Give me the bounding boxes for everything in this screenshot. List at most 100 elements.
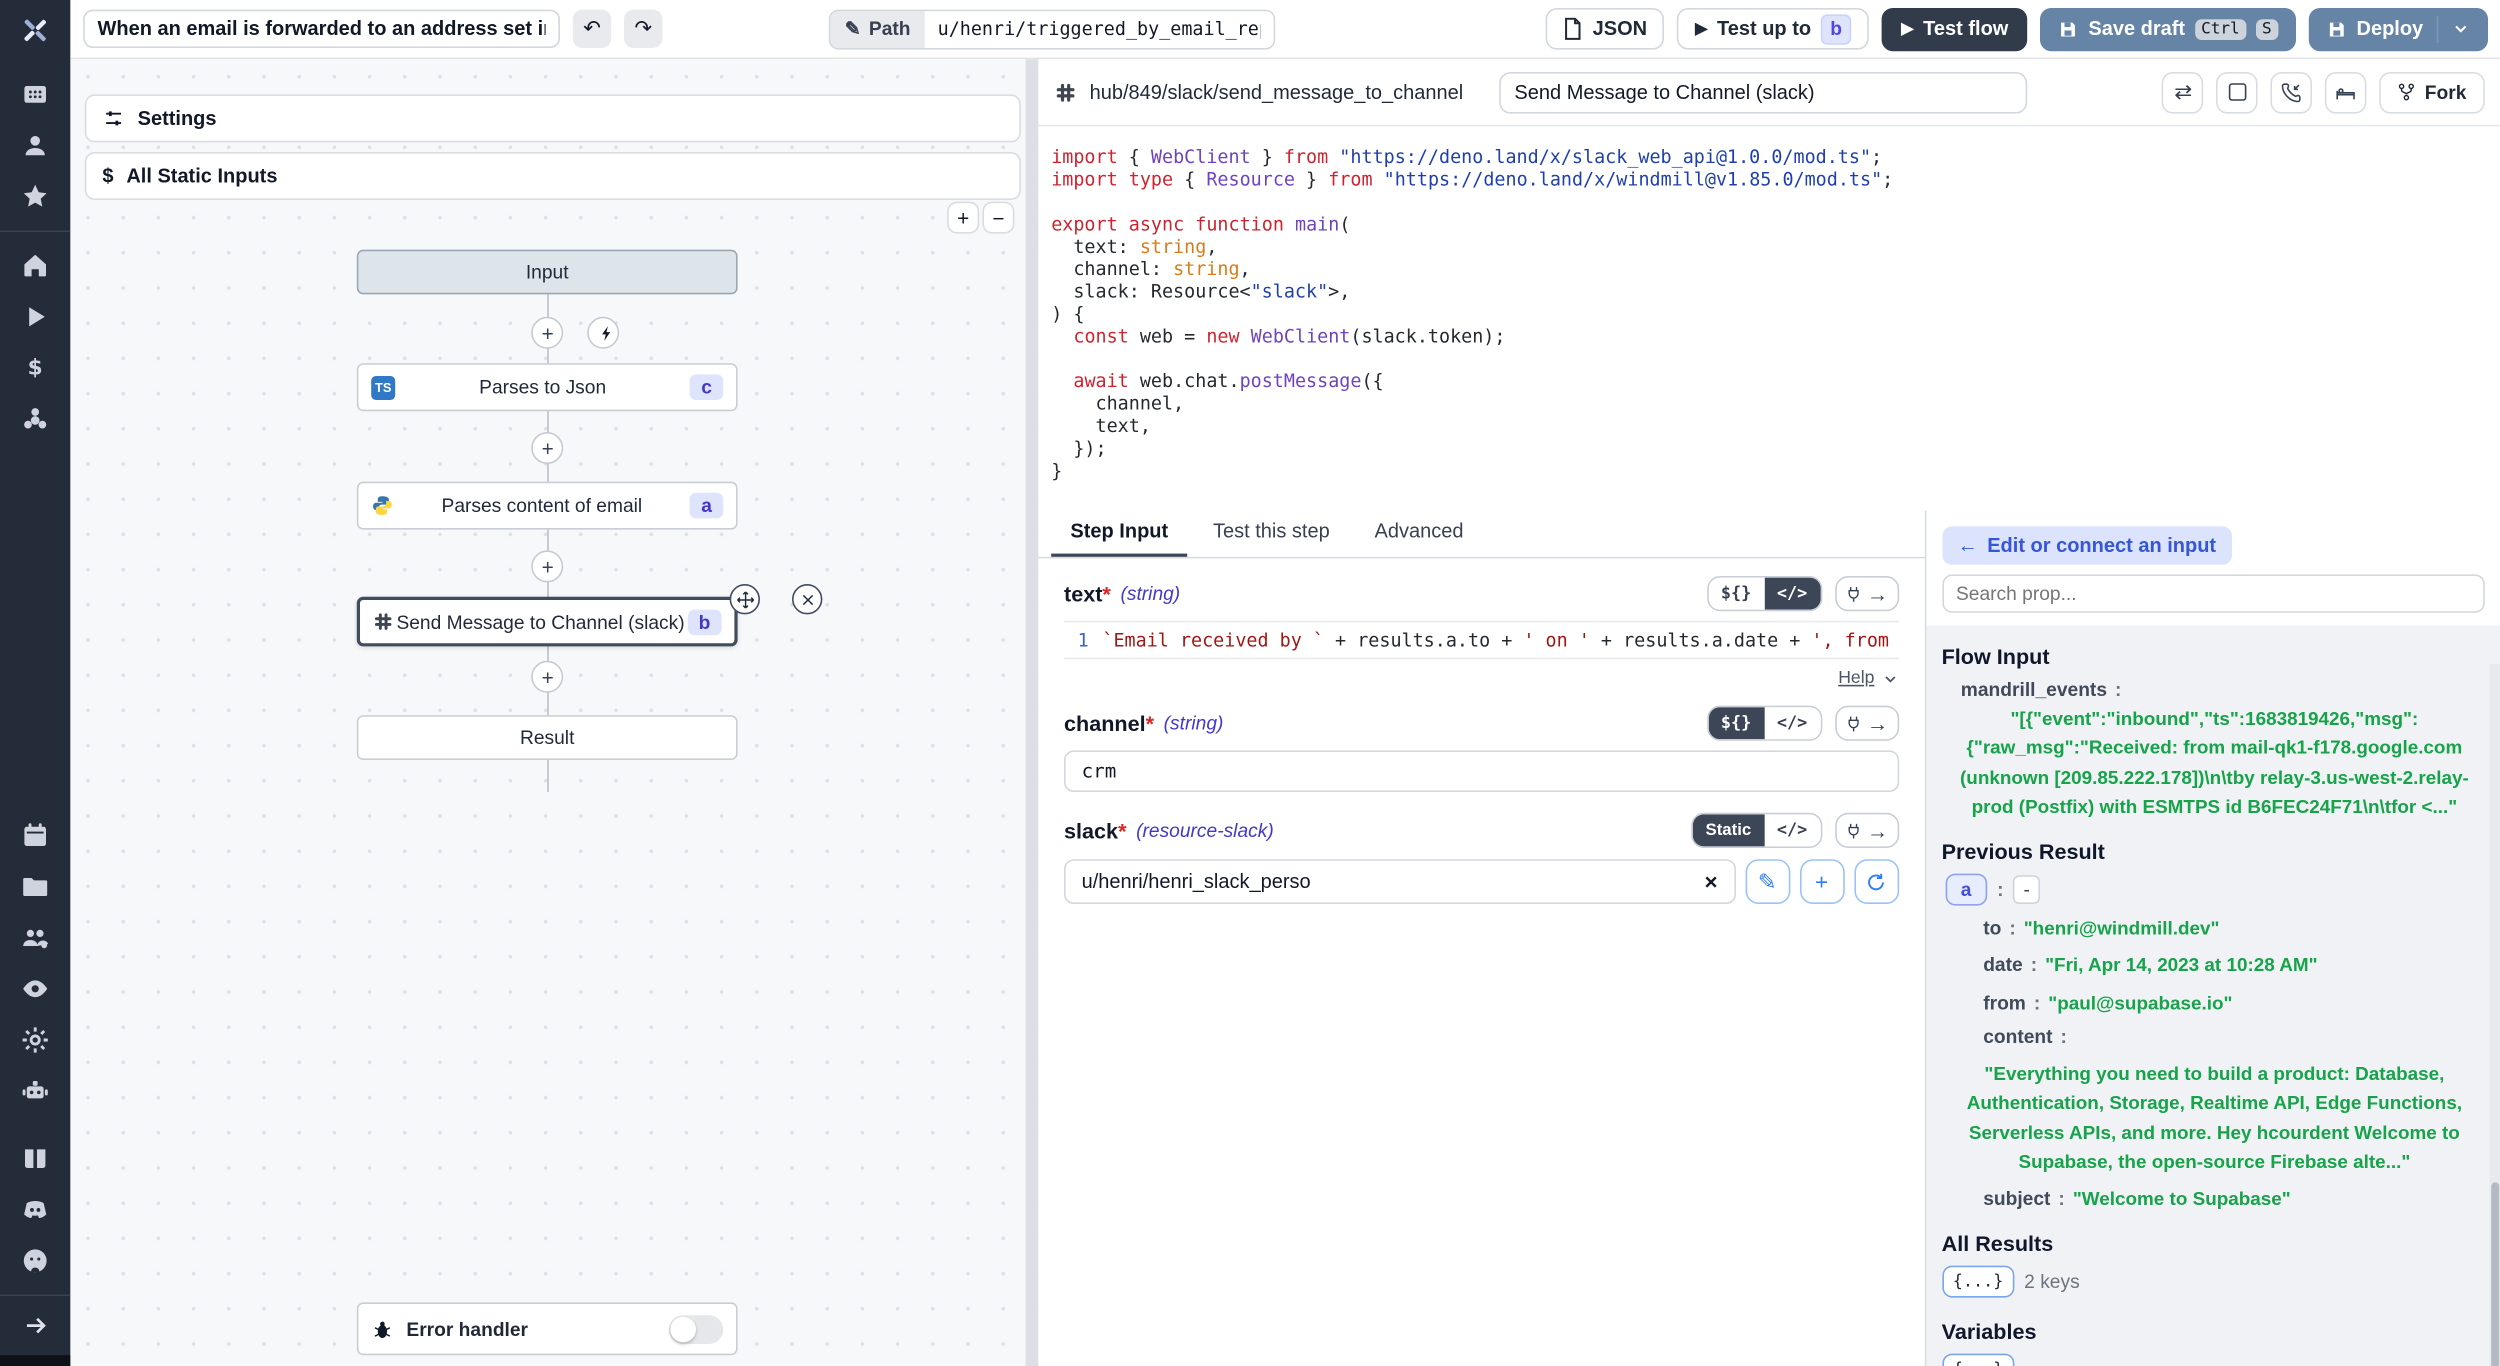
add-step-button[interactable]: + [530, 550, 562, 582]
apps-icon[interactable] [21, 80, 50, 109]
node-result[interactable]: Result [357, 715, 738, 760]
search-prop-input[interactable] [1942, 574, 2484, 612]
resources-icon[interactable] [21, 405, 50, 434]
flow-title-input[interactable] [83, 10, 560, 48]
bug-icon [371, 1318, 393, 1340]
workers-icon[interactable] [21, 1076, 50, 1105]
node-parses-to-json[interactable]: TS Parses to Json c [357, 363, 738, 411]
add-step-button[interactable]: + [530, 317, 562, 349]
deploy-button[interactable]: Deploy [2309, 7, 2488, 50]
hub-script-path[interactable]: hub/849/slack/send_message_to_channel [1090, 81, 1464, 103]
fork-button[interactable]: Fork [2380, 71, 2484, 113]
expression-token: `Email received by ` [1102, 629, 1324, 651]
error-handler-node[interactable]: Error handler [357, 1302, 738, 1355]
result-value-from[interactable]: "paul@supabase.io" [2048, 992, 2232, 1014]
delete-node-button[interactable] [792, 584, 822, 614]
pencil-icon: ✎ [1758, 868, 1777, 895]
redo-button[interactable]: ↷ [624, 10, 662, 48]
test-flow-button[interactable]: ▶ Test flow [1882, 7, 2028, 50]
json-button[interactable]: JSON [1546, 8, 1664, 50]
discord-icon[interactable] [21, 1195, 50, 1224]
docs-icon[interactable] [21, 1144, 50, 1173]
text-expression-editor[interactable]: 1 `Email received by ` + results.a.to + … [1064, 621, 1898, 659]
code-line: slack: Resource<"slack">, [1051, 280, 2500, 302]
move-node-button[interactable] [730, 584, 760, 614]
zoom-in-button[interactable]: + [947, 202, 979, 234]
path-chip[interactable]: ✎ Path [830, 10, 925, 47]
expand-sidebar-button[interactable] [0, 1294, 70, 1355]
result-value-to[interactable]: "henri@windmill.dev" [2024, 917, 2220, 939]
zoom-out-button[interactable]: − [982, 202, 1014, 234]
favorites-icon[interactable] [21, 182, 50, 211]
collapse-button[interactable]: - [2013, 875, 2040, 904]
result-row-subject[interactable]: subject:"Welcome to Supabase" [1983, 1184, 2477, 1213]
test-up-to-button[interactable]: ▶ Test up to b [1678, 8, 1870, 50]
runs-icon[interactable] [21, 302, 50, 331]
windmill-logo-icon[interactable] [0, 0, 70, 61]
result-value-subject[interactable]: "Welcome to Supabase" [2073, 1187, 2291, 1209]
clear-resource-button[interactable]: × [1701, 869, 1721, 895]
variables-object-chip[interactable]: {...} [1942, 1354, 2015, 1366]
diff-panel-button[interactable] [2326, 71, 2368, 113]
connect-input-button[interactable]: → [1834, 576, 1898, 611]
groups-icon[interactable] [21, 923, 50, 952]
help-link[interactable]: Help [1838, 669, 1874, 688]
result-row-date[interactable]: date:"Fri, Apr 14, 2023 at 10:28 AM" [1983, 951, 2477, 980]
edit-or-connect-button[interactable]: ← Edit or connect an input [1942, 526, 2233, 564]
refresh-resource-button[interactable] [1854, 859, 1899, 904]
result-row-to[interactable]: to:"henri@windmill.dev" [1983, 914, 2477, 943]
add-resource-button[interactable]: + [1799, 859, 1844, 904]
node-input[interactable]: Input [357, 250, 738, 295]
schedules-icon[interactable] [21, 820, 50, 849]
save-draft-button[interactable]: Save draft Ctrl S [2040, 7, 2295, 50]
folders-icon[interactable] [21, 872, 50, 901]
channel-input[interactable] [1064, 750, 1898, 792]
all-static-inputs-button[interactable]: $ All Static Inputs [85, 152, 1021, 200]
result-a-chip[interactable]: a [1945, 874, 1988, 906]
result-value-content[interactable]: "Everything you need to build a product:… [1942, 1056, 2478, 1176]
flow-settings-button[interactable]: Settings [85, 94, 1021, 142]
edit-resource-button[interactable]: ✎ [1745, 859, 1790, 904]
result-row-from[interactable]: from:"paul@supabase.io" [1983, 988, 2477, 1017]
interpolate-mode-button[interactable]: ${} [1708, 578, 1764, 610]
javascript-mode-button[interactable]: </> [1764, 814, 1820, 846]
sidebar-scrollbar-thumb[interactable] [2490, 1182, 2498, 1366]
error-handler-toggle[interactable] [669, 1314, 723, 1343]
trigger-lightning-button[interactable] [587, 317, 619, 349]
connect-input-button[interactable]: → [1834, 813, 1898, 848]
code-editor[interactable]: import { WebClient } from "https://deno.… [1038, 126, 2500, 510]
result-value-date[interactable]: "Fri, Apr 14, 2023 at 10:28 AM" [2045, 954, 2317, 976]
tab-test-this-step[interactable]: Test this step [1194, 510, 1349, 556]
all-results-object-chip[interactable]: {...} [1942, 1266, 2015, 1298]
path-input[interactable] [925, 10, 1274, 47]
static-mode-button[interactable]: Static [1693, 814, 1764, 846]
flow-input-value[interactable]: "[{"event":"inbound","ts":1683819426,"ms… [1942, 701, 2478, 821]
add-step-button[interactable]: + [530, 432, 562, 464]
javascript-mode-button[interactable]: </> [1764, 707, 1820, 739]
connect-input-button[interactable]: → [1834, 706, 1898, 741]
slack-resource-input[interactable] [1078, 869, 1701, 895]
github-icon[interactable] [21, 1246, 50, 1275]
node-parses-content[interactable]: Parses content of email a [357, 482, 738, 530]
variables-icon[interactable]: $ [21, 354, 50, 383]
user-icon[interactable] [21, 131, 50, 160]
webhook-call-button[interactable] [2271, 71, 2313, 113]
javascript-mode-button[interactable]: </> [1764, 578, 1820, 610]
code-line: text: string, [1051, 235, 2500, 257]
expand-editor-button[interactable] [2217, 71, 2259, 113]
interpolate-mode-button[interactable]: ${} [1708, 707, 1764, 739]
variables-title: Variables [1942, 1321, 2478, 1345]
reload-script-button[interactable]: ⇄ [2162, 71, 2204, 113]
panel-resizer[interactable] [1026, 59, 1039, 1366]
step-summary-input[interactable] [1498, 71, 2026, 113]
add-step-button[interactable]: + [530, 661, 562, 693]
tab-step-input[interactable]: Step Input [1051, 510, 1187, 556]
undo-button[interactable]: ↶ [573, 10, 611, 48]
settings-icon[interactable] [21, 1025, 50, 1054]
node-send-message-selected[interactable]: Send Message to Channel (slack) b [357, 597, 738, 647]
tab-advanced[interactable]: Advanced [1355, 510, 1482, 556]
result-row-content[interactable]: content: [1983, 1026, 2477, 1048]
audit-logs-icon[interactable] [21, 974, 50, 1003]
home-icon[interactable] [21, 251, 50, 280]
flow-input-key-row[interactable]: mandrill_events: [1961, 678, 2478, 700]
